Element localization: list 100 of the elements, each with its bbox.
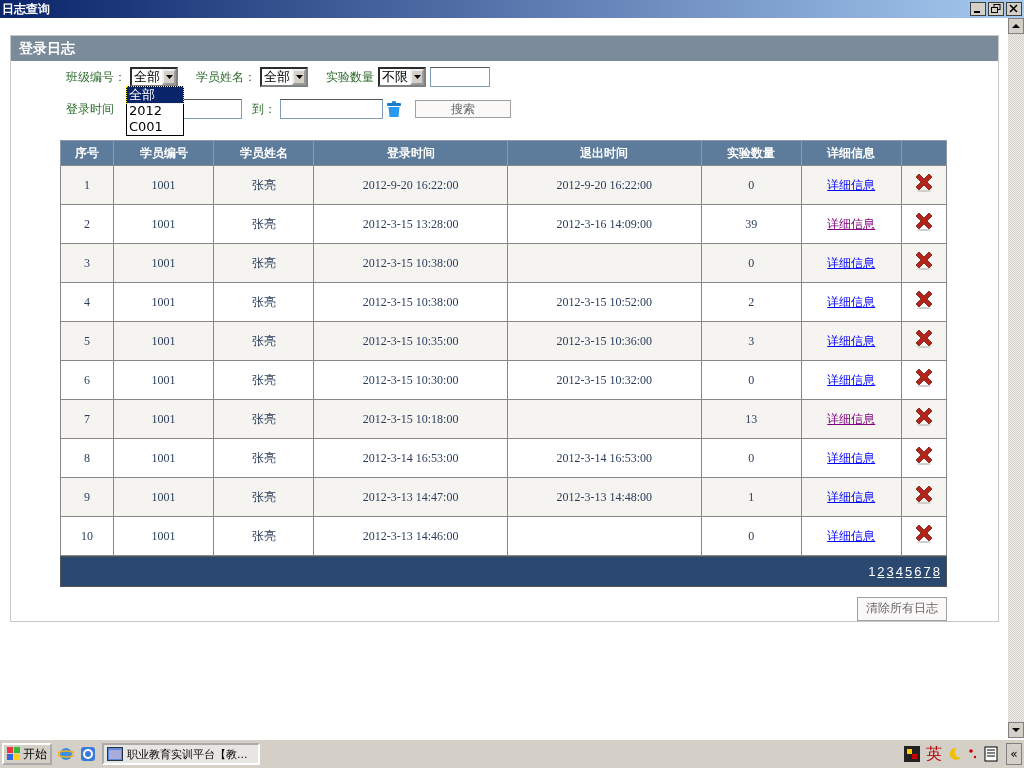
- column-header: 实验数量: [701, 140, 802, 166]
- table-cell: 2012-3-15 13:28:00: [362, 216, 459, 231]
- table-cell: 张亮: [251, 411, 276, 426]
- delete-icon[interactable]: [913, 330, 934, 349]
- details-link[interactable]: 详细信息: [827, 294, 876, 309]
- collapse-tray-button[interactable]: «: [1006, 743, 1022, 765]
- table-cell: 1001: [151, 177, 176, 192]
- details-link[interactable]: 详细信息: [827, 528, 876, 543]
- table-cell: 5: [84, 333, 90, 348]
- page-link[interactable]: 7: [923, 563, 931, 579]
- page-link[interactable]: 6: [914, 563, 922, 579]
- dropdown-option[interactable]: 全部: [127, 87, 183, 104]
- details-link[interactable]: 详细信息: [827, 372, 876, 387]
- tray-app-icon[interactable]: [904, 746, 920, 762]
- filter-label: 实验数量: [326, 68, 374, 86]
- table-cell: 2012-3-14 16:53:00: [556, 450, 653, 465]
- delete-icon[interactable]: [913, 252, 934, 271]
- delete-icon[interactable]: [913, 525, 934, 544]
- delete-icon[interactable]: [913, 174, 934, 193]
- scroll-down-icon[interactable]: [1008, 722, 1024, 738]
- scroll-up-icon[interactable]: [1008, 18, 1024, 34]
- panel-title: 登录日志: [19, 39, 75, 58]
- column-header: 详细信息: [801, 140, 902, 166]
- table-cell: 2012-3-13 14:47:00: [362, 489, 459, 504]
- filter-label: 登录时间: [66, 100, 114, 118]
- page-link[interactable]: 3: [886, 563, 894, 579]
- details-link[interactable]: 详细信息: [827, 333, 876, 348]
- date-to-field[interactable]: [280, 99, 383, 120]
- details-link[interactable]: 详细信息: [827, 216, 876, 231]
- page-link[interactable]: 5: [905, 563, 913, 579]
- delete-icon[interactable]: [913, 408, 934, 427]
- table-cell: 0: [748, 528, 755, 543]
- window-title: 日志查询: [2, 0, 51, 18]
- page-link[interactable]: 1: [868, 563, 876, 579]
- table-cell: 7: [84, 411, 90, 426]
- table-cell: 2012-3-15 10:38:00: [362, 294, 459, 309]
- column-header: 学员编号: [113, 140, 214, 166]
- table-cell: 1001: [151, 333, 176, 348]
- table-cell: 1001: [151, 372, 176, 387]
- table-cell: 1001: [151, 255, 176, 270]
- details-link[interactable]: 详细信息: [827, 489, 876, 504]
- table-cell: 13: [745, 411, 758, 426]
- details-link[interactable]: 详细信息: [827, 255, 876, 270]
- input-method-indicator[interactable]: 英: [926, 743, 942, 765]
- dropdown-option[interactable]: C001: [127, 119, 183, 136]
- table-cell: 8: [84, 450, 90, 465]
- table-cell: 2012-3-15 10:18:00: [362, 411, 459, 426]
- dropdown-arrow-icon: [413, 75, 421, 80]
- app-icon[interactable]: [80, 746, 96, 762]
- minimize-icon[interactable]: [970, 2, 986, 16]
- details-link[interactable]: 详细信息: [827, 450, 876, 465]
- page-link[interactable]: 8: [932, 563, 940, 579]
- search-button[interactable]: 搜索: [415, 100, 511, 119]
- start-button[interactable]: 开始: [2, 743, 52, 765]
- table-cell: 0: [748, 372, 755, 387]
- delete-icon[interactable]: [913, 447, 934, 466]
- table-cell: 1001: [151, 489, 176, 504]
- select-field[interactable]: 全部: [130, 67, 178, 88]
- table-cell: 张亮: [251, 489, 276, 504]
- page-link[interactable]: 4: [895, 563, 904, 579]
- count-input[interactable]: [430, 67, 490, 88]
- delete-icon[interactable]: [913, 369, 934, 388]
- table-cell: 0: [748, 255, 755, 270]
- keyboard-icon[interactable]: [984, 746, 1000, 762]
- trash-icon[interactable]: [387, 101, 401, 118]
- page-link[interactable]: 2: [877, 563, 885, 579]
- table-cell: 1001: [151, 216, 176, 231]
- table-cell: 9: [84, 489, 90, 504]
- select-field[interactable]: 不限: [378, 67, 426, 88]
- dropdown-arrow-icon: [165, 75, 173, 80]
- table-cell: 2012-3-13 14:46:00: [362, 528, 459, 543]
- delete-icon[interactable]: [913, 213, 934, 232]
- table-cell: 3: [84, 255, 90, 270]
- details-link[interactable]: 详细信息: [827, 177, 876, 192]
- table-cell: 2012-9-20 16:22:00: [362, 177, 459, 192]
- column-header: 学员姓名: [213, 140, 314, 166]
- table-cell: 张亮: [251, 255, 276, 270]
- table-cell: 张亮: [251, 372, 276, 387]
- table-cell: 2012-3-15 10:38:00: [362, 255, 459, 270]
- select-field[interactable]: 全部: [260, 67, 308, 88]
- table-cell: 6: [84, 372, 90, 387]
- delete-icon[interactable]: [913, 291, 934, 310]
- table-cell: 1001: [151, 411, 176, 426]
- scrollbar[interactable]: [1008, 18, 1024, 738]
- details-link[interactable]: 详细信息: [827, 411, 876, 426]
- table-cell: 2012-3-15 10:32:00: [556, 372, 653, 387]
- filter-label: 到：: [252, 100, 276, 118]
- delete-icon[interactable]: [913, 486, 934, 505]
- clear-logs-button[interactable]: 清除所有日志: [857, 596, 947, 621]
- taskbar-window-button[interactable]: 职业教育实训平台【教...: [102, 743, 260, 765]
- close-icon[interactable]: [1006, 2, 1022, 16]
- punctuation-icon[interactable]: [968, 748, 978, 760]
- table-cell: 2012-3-15 10:30:00: [362, 372, 459, 387]
- filter-label: 班级编号：: [66, 68, 126, 86]
- restore-icon[interactable]: [988, 2, 1004, 16]
- table-cell: 2012-3-16 14:09:00: [556, 216, 653, 231]
- table-cell: 2012-3-13 14:48:00: [556, 489, 653, 504]
- dropdown-option[interactable]: 2012: [127, 103, 183, 120]
- table-cell: 2012-9-20 16:22:00: [556, 177, 653, 192]
- table-cell: 3: [748, 333, 755, 348]
